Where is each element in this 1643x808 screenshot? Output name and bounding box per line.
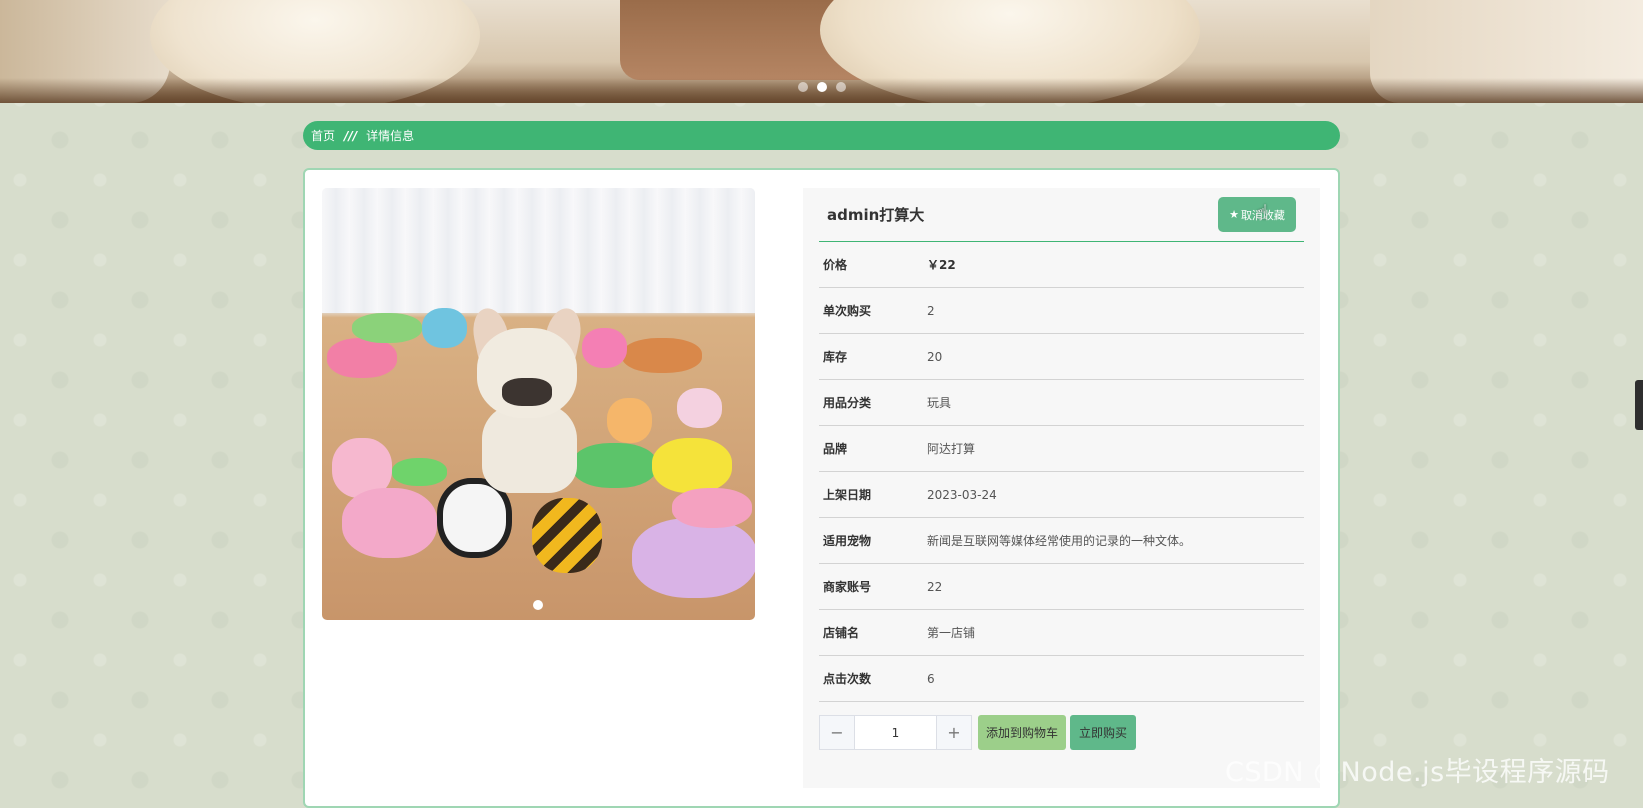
- field-value: 第一店铺: [927, 626, 976, 640]
- minus-icon[interactable]: −: [820, 716, 854, 749]
- field-row-suitable-pet: 适用宠物 新闻是互联网等媒体经常使用的记录的一种文体。: [819, 518, 1304, 564]
- field-value: 2023-03-24: [927, 487, 997, 502]
- field-row-price: 价格 ￥22: [819, 242, 1304, 288]
- field-label: 用品分类: [823, 396, 872, 410]
- field-value: 新闻是互联网等媒体经常使用的记录的一种文体。: [927, 534, 1192, 548]
- product-header: admin打算大 ★ 取消收藏: [819, 188, 1304, 242]
- field-row-per-purchase: 单次购买 2: [819, 288, 1304, 334]
- price-value: ￥22: [927, 258, 956, 272]
- toy-cupcake: [677, 388, 722, 428]
- toy-orange: [622, 338, 702, 373]
- quantity-input[interactable]: [854, 716, 937, 749]
- field-row-listing-date: 上架日期 2023-03-24: [819, 472, 1304, 518]
- field-label: 品牌: [823, 442, 848, 456]
- banner-dot-3[interactable]: [836, 82, 846, 92]
- field-value: 玩具: [927, 396, 952, 410]
- hero-banner: [0, 0, 1643, 103]
- toy-bee: [532, 498, 602, 573]
- field-row-merchant-account: 商家账号 22: [819, 564, 1304, 610]
- field-value: 2: [927, 303, 935, 318]
- quantity-stepper: − +: [819, 715, 972, 750]
- image-carousel-dot[interactable]: [533, 600, 543, 610]
- field-row-click-count: 点击次数 6: [819, 656, 1304, 702]
- product-title: admin打算大: [827, 206, 925, 224]
- toy-green: [352, 313, 422, 343]
- buy-now-button[interactable]: 立即购买: [1070, 715, 1137, 750]
- field-value: 阿达打算: [927, 442, 976, 456]
- field-row-brand: 品牌 阿达打算: [819, 426, 1304, 472]
- banner-indicators: [798, 82, 846, 92]
- field-label: 库存: [823, 350, 848, 364]
- image-curtain: [322, 188, 755, 313]
- field-label: 价格: [823, 258, 848, 272]
- toy-hippo: [632, 518, 755, 598]
- dog-figure: [462, 305, 592, 493]
- purchase-actions: − + 添加到购物车 立即购买: [819, 715, 1304, 750]
- watermark: CSDN @Node.js毕设程序源码: [1225, 757, 1610, 788]
- field-value: 20: [927, 349, 943, 364]
- toy-green-2: [392, 458, 447, 486]
- field-label: 点击次数: [823, 672, 872, 686]
- field-row-category: 用品分类 玩具: [819, 380, 1304, 426]
- plus-icon[interactable]: +: [937, 716, 971, 749]
- field-label: 单次购买: [823, 304, 872, 318]
- product-info-panel: admin打算大 ★ 取消收藏 价格 ￥22 单次购买 2 库存 20 用品分类…: [803, 188, 1320, 788]
- dog-face: [502, 378, 552, 406]
- field-label: 店铺名: [823, 626, 860, 640]
- breadcrumb-home[interactable]: 首页: [311, 127, 335, 144]
- field-value: 22: [927, 579, 943, 594]
- banner-dot-2[interactable]: [817, 82, 827, 92]
- banner-dot-1[interactable]: [798, 82, 808, 92]
- add-to-cart-button[interactable]: 添加到购物车: [978, 715, 1067, 750]
- field-label: 商家账号: [823, 580, 872, 594]
- field-row-shop-name: 店铺名 第一店铺: [819, 610, 1304, 656]
- toy-pink-3: [672, 488, 752, 528]
- product-detail-card: admin打算大 ★ 取消收藏 价格 ￥22 单次购买 2 库存 20 用品分类…: [303, 168, 1340, 808]
- hand-cursor-icon: ☝: [1256, 200, 1269, 224]
- product-image: [322, 188, 755, 620]
- toy-pink: [327, 338, 397, 378]
- toy-icecream: [607, 398, 652, 443]
- field-value: 6: [927, 671, 935, 686]
- field-row-stock: 库存 20: [819, 334, 1304, 380]
- field-label: 上架日期: [823, 488, 872, 502]
- breadcrumb: 首页 /// 详情信息: [303, 121, 1340, 150]
- toy-pink-big: [342, 488, 437, 558]
- toy-yellow: [652, 438, 732, 493]
- toy-blue: [422, 308, 467, 348]
- field-label: 适用宠物: [823, 534, 872, 548]
- star-icon: ★: [1229, 208, 1239, 221]
- breadcrumb-separator: ///: [344, 128, 358, 143]
- breadcrumb-current: 详情信息: [366, 129, 415, 143]
- side-scroll-tab[interactable]: [1635, 380, 1643, 430]
